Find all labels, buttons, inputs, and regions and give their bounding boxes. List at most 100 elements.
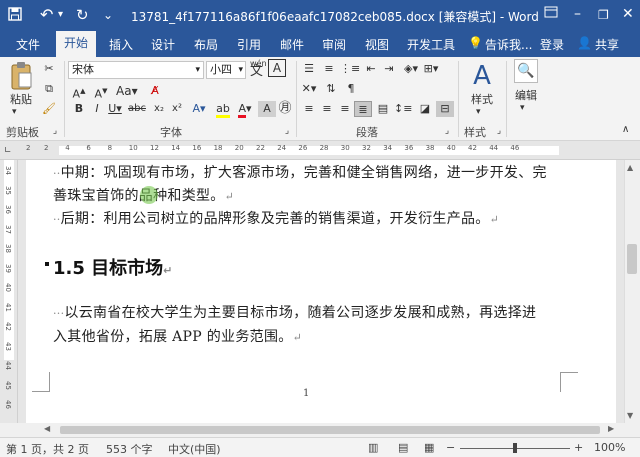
tab-insert[interactable]: 插入 <box>109 36 133 53</box>
editing-dropdown-icon[interactable]: ▾ <box>520 101 525 115</box>
tab-review[interactable]: 审阅 <box>322 36 346 53</box>
font-color-icon[interactable]: A▾ <box>236 101 254 118</box>
shading-icon[interactable]: ◈▾ <box>402 61 420 77</box>
print-layout-icon[interactable]: ▤ <box>398 441 408 454</box>
ruler-tick-label: 22 <box>256 144 265 152</box>
tab-mailings[interactable]: 邮件 <box>280 36 304 53</box>
undo-icon[interactable]: ↶ <box>40 7 53 23</box>
align-left-icon[interactable]: ≡ <box>300 101 318 117</box>
underline-icon[interactable]: U▾ <box>106 101 124 117</box>
change-case-icon[interactable]: Aa▾ <box>116 83 138 99</box>
scroll-down-icon[interactable]: ▼ <box>627 411 633 420</box>
borders-icon[interactable]: ⊞▾ <box>422 61 440 77</box>
tab-view[interactable]: 视图 <box>365 36 389 53</box>
vertical-scrollbar[interactable] <box>624 160 640 423</box>
multilevel-list-icon[interactable]: ⋮≡ <box>340 61 360 77</box>
zoom-in-icon[interactable]: + <box>574 441 583 454</box>
font-name-select[interactable]: 宋体 ▾ <box>68 61 204 79</box>
tab-home[interactable]: 开始 <box>56 31 96 57</box>
zoom-slider-thumb[interactable] <box>513 443 517 453</box>
tab-developer[interactable]: 开发工具 <box>407 36 455 53</box>
subscript-icon[interactable]: x₂ <box>150 101 168 117</box>
superscript-icon[interactable]: x² <box>168 101 186 117</box>
close-icon[interactable]: ✕ <box>622 6 634 22</box>
char-border-icon[interactable]: A <box>268 59 286 77</box>
horizontal-scroll-thumb[interactable] <box>60 426 600 434</box>
scroll-left-icon[interactable]: ◀ <box>44 424 50 433</box>
share-button[interactable]: 共享 <box>595 36 619 53</box>
collapse-ribbon-icon[interactable]: ∧ <box>622 123 629 137</box>
format-painter-icon[interactable]: 🖌 <box>40 101 58 117</box>
clipboard-launcher-icon[interactable]: ⌟ <box>46 123 64 139</box>
save-icon[interactable] <box>8 7 22 25</box>
undo-dropdown-icon[interactable]: ▾ <box>58 7 63 23</box>
styles-button[interactable]: 样式 <box>466 93 498 107</box>
bullets-icon[interactable]: ☰ <box>300 61 318 77</box>
scroll-right-icon[interactable]: ▶ <box>608 424 614 433</box>
read-mode-icon[interactable]: ▥ <box>368 441 378 454</box>
enclose-char-icon[interactable]: ㊊ <box>276 101 294 117</box>
grow-font-icon[interactable]: A▲ <box>70 83 88 101</box>
ribbon-display-icon[interactable] <box>544 6 558 22</box>
ruler-tick-label: 44 <box>489 144 499 152</box>
ruler-tick-label: 34 <box>383 144 393 152</box>
scroll-up-icon[interactable]: ▲ <box>627 163 633 172</box>
numbering-icon[interactable]: ≡ <box>320 61 338 77</box>
align-center-icon[interactable]: ≡ <box>318 101 336 117</box>
clipboard-group-label: 剪贴板 <box>6 126 39 139</box>
font-launcher-icon[interactable]: ⌟ <box>278 123 296 139</box>
paste-dropdown-icon[interactable]: ▾ <box>12 105 17 119</box>
decrease-indent-icon[interactable]: ⇤ <box>362 61 380 77</box>
char-shading-icon[interactable]: A <box>258 101 276 117</box>
shading-bucket-icon[interactable]: ◪ <box>416 101 434 117</box>
minimize-icon[interactable]: – <box>574 6 581 22</box>
vertical-scroll-thumb[interactable] <box>627 244 637 274</box>
styles-dropdown-icon[interactable]: ▾ <box>476 105 481 119</box>
paste-icon[interactable] <box>8 61 34 91</box>
zoom-level[interactable]: 100% <box>594 441 625 454</box>
align-right-icon[interactable]: ≡ <box>336 101 354 117</box>
text-effects-icon[interactable]: A▾ <box>190 101 208 117</box>
restore-icon[interactable]: ❐ <box>598 8 609 22</box>
strikethrough-icon[interactable]: abc <box>128 101 146 117</box>
ruler-tick-label: 38 <box>425 144 435 152</box>
language-status[interactable]: 中文(中国) <box>168 441 221 457</box>
customize-qat-icon[interactable]: ⌄ <box>103 7 113 23</box>
styles-icon[interactable]: A <box>468 61 496 91</box>
cut-icon[interactable]: ✂ <box>40 61 58 77</box>
tab-layout[interactable]: 布局 <box>194 36 218 53</box>
justify-icon[interactable]: ≣ <box>354 101 372 117</box>
word-count[interactable]: 553 个字 <box>106 441 153 457</box>
clear-format-icon[interactable]: A̸ <box>146 83 164 99</box>
paragraph-launcher-icon[interactable]: ⌟ <box>438 123 456 139</box>
font-size-select[interactable]: 小四 ▾ <box>206 61 246 79</box>
page-count[interactable]: 第 1 页，共 2 页 <box>6 441 89 457</box>
ruler-tick-label: 42 <box>468 144 477 152</box>
borders-bottom-icon[interactable]: ⊟ <box>436 101 454 117</box>
highlight-icon[interactable]: ab <box>214 101 232 118</box>
tell-me-search[interactable]: 告诉我... <box>485 36 532 53</box>
redo-icon[interactable]: ↻ <box>76 7 89 23</box>
chinese-layout-icon[interactable]: ✕▾ <box>300 81 318 97</box>
phonetic-guide-icon[interactable]: 文 <box>250 65 263 79</box>
copy-icon[interactable]: ⧉ <box>40 81 58 97</box>
italic-icon[interactable]: I <box>88 101 106 117</box>
tab-design[interactable]: 设计 <box>151 36 175 53</box>
web-layout-icon[interactable]: ▦ <box>424 441 434 454</box>
bold-icon[interactable]: B <box>70 101 88 117</box>
line-spacing-icon[interactable]: ↕≡ <box>394 101 412 117</box>
shrink-font-icon[interactable]: A▼ <box>92 83 110 101</box>
editing-button[interactable]: 编辑 <box>510 89 542 103</box>
find-icon[interactable]: 🔍 <box>514 59 538 83</box>
share-icon[interactable]: 👤 <box>577 36 592 50</box>
sort-icon[interactable]: ⇅ <box>322 81 340 97</box>
document-page[interactable]: ··中期：巩固现有市场，扩大客源市场，完善和健全销售网络，进一步开发、完 善珠宝… <box>26 160 616 423</box>
distributed-icon[interactable]: ▤ <box>374 101 392 117</box>
show-marks-icon[interactable]: ¶ <box>342 81 360 97</box>
tab-selector-icon[interactable]: ∟ <box>4 146 12 156</box>
zoom-out-icon[interactable]: − <box>446 441 455 454</box>
tab-file[interactable]: 文件 <box>16 36 40 53</box>
increase-indent-icon[interactable]: ⇥ <box>380 61 398 77</box>
tab-references[interactable]: 引用 <box>237 36 261 53</box>
login-link[interactable]: 登录 <box>540 36 564 53</box>
